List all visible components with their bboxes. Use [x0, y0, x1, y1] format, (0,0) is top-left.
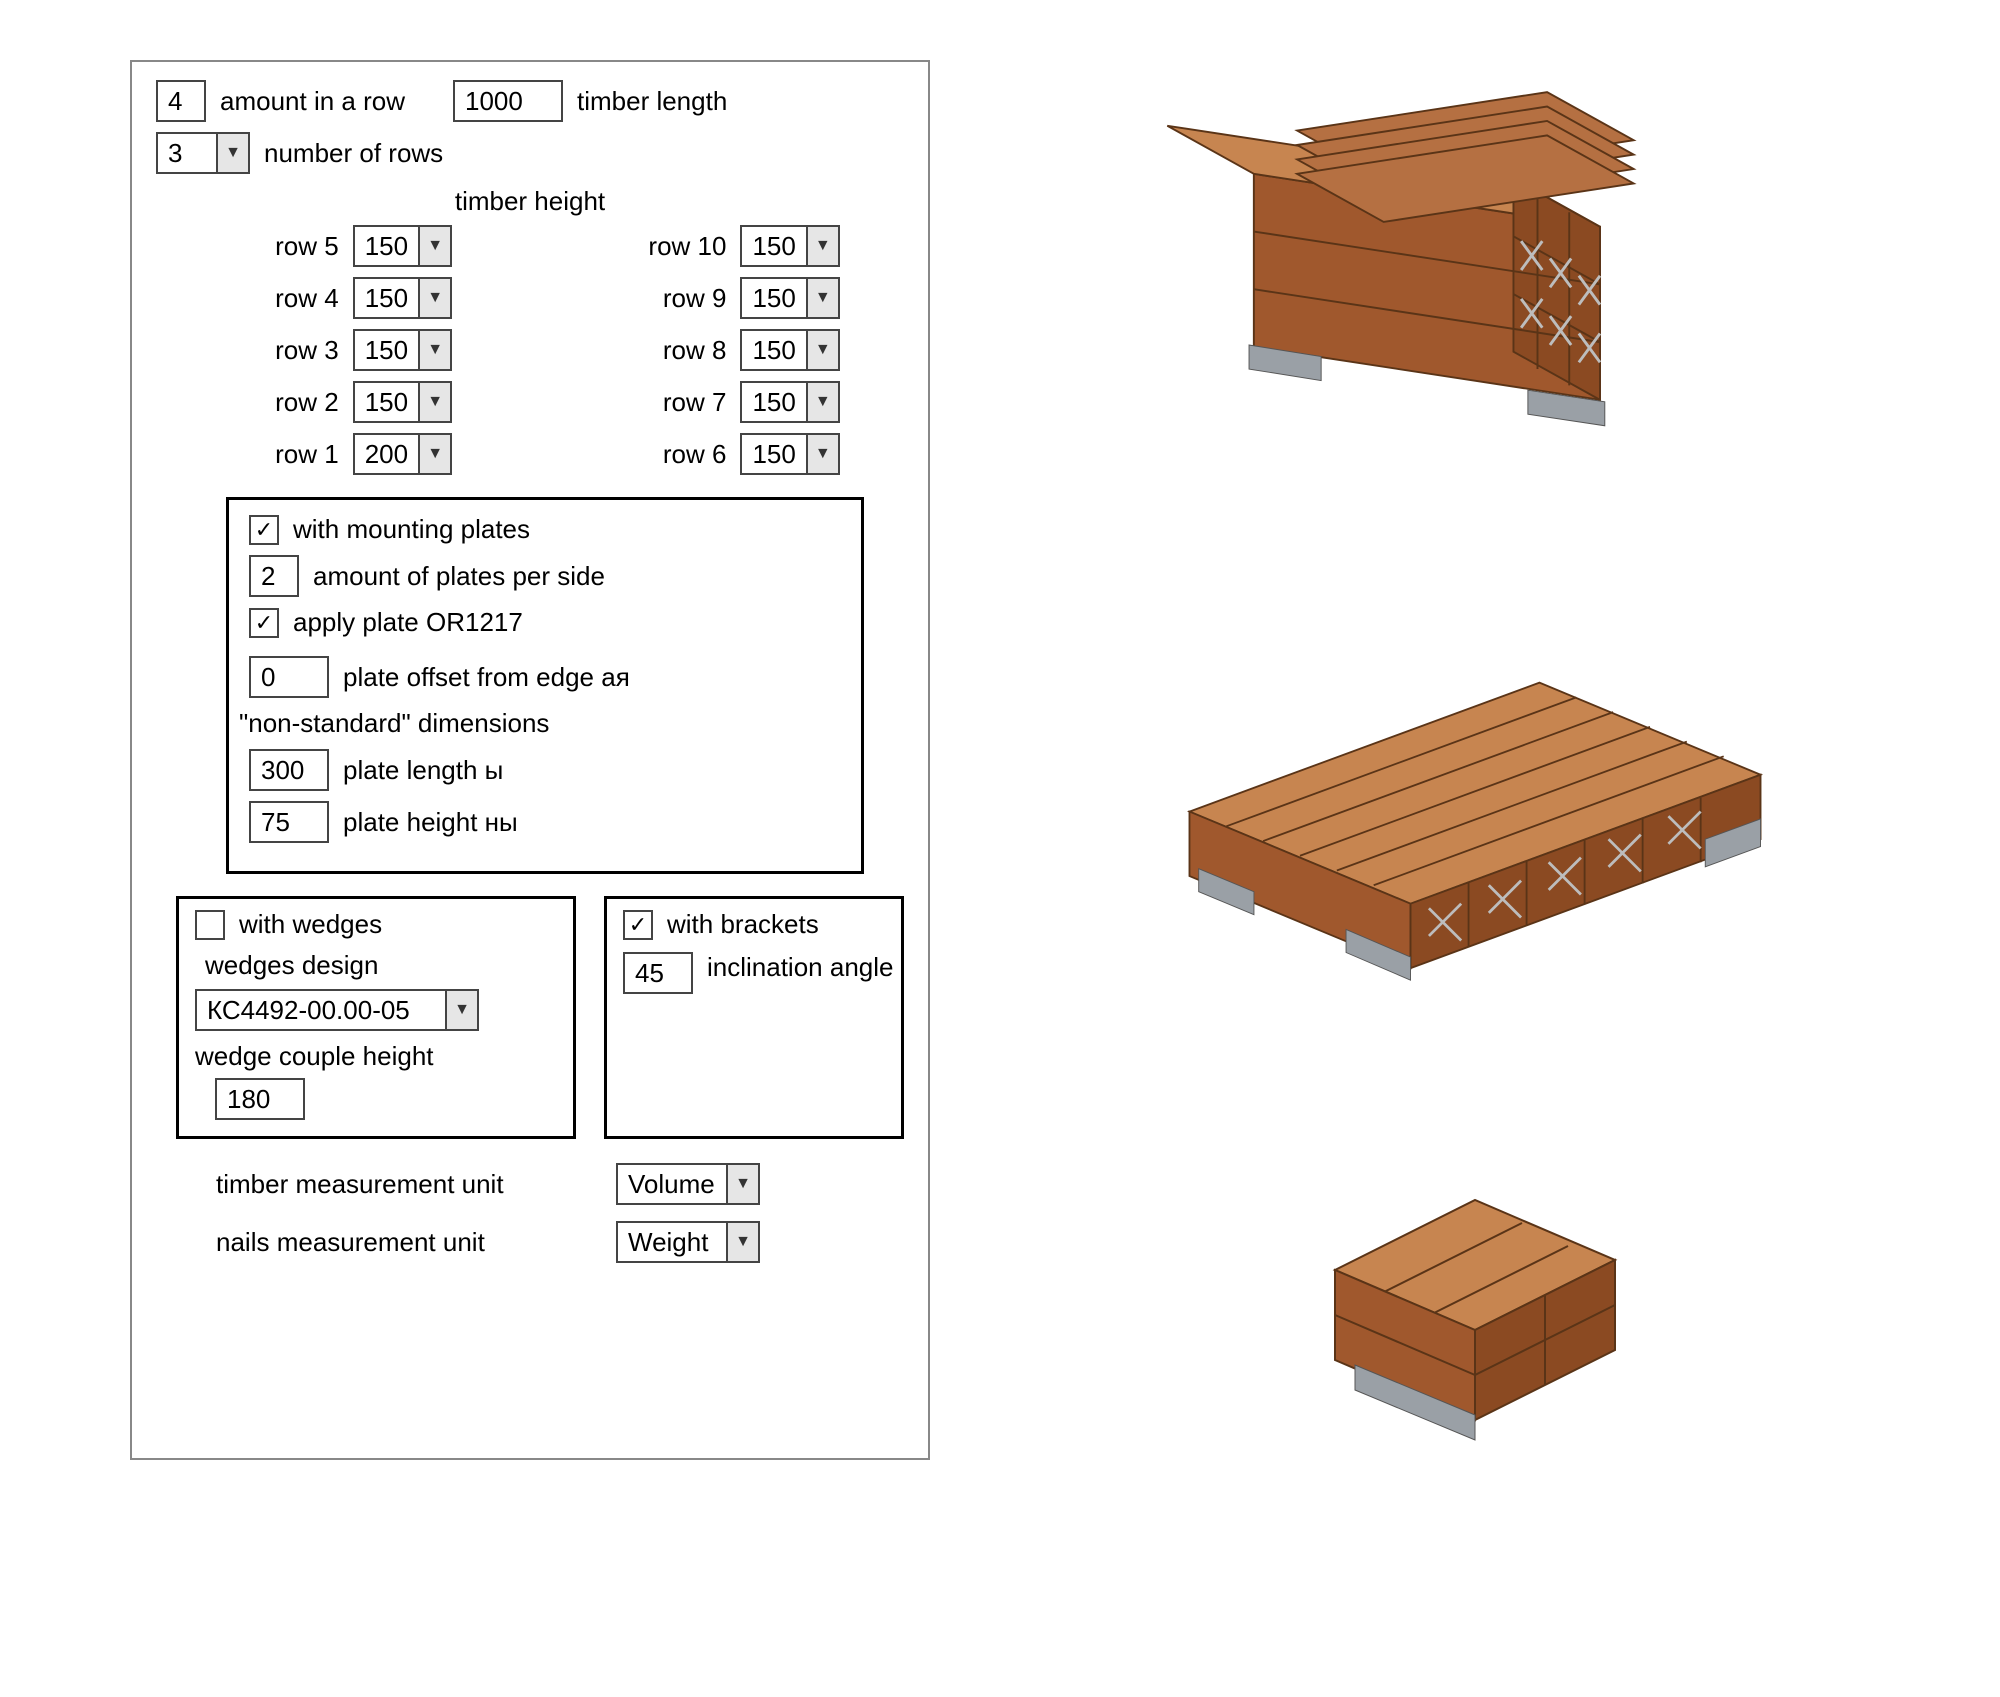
row8-dropdown[interactable]: 150▼ [740, 329, 904, 371]
wedges-design-dropdown[interactable]: КС4492-00.00-05 ▼ [195, 989, 479, 1031]
chevron-down-icon: ▼ [418, 225, 452, 267]
plate-height-label: plate height ны [343, 807, 518, 838]
preview-illustrations [990, 20, 1960, 1460]
chevron-down-icon: ▼ [806, 433, 840, 475]
row2-dropdown[interactable]: 150▼ [353, 381, 517, 423]
row4-dropdown[interactable]: 150▼ [353, 277, 517, 319]
row1-dropdown[interactable]: 200▼ [353, 433, 517, 475]
row-label: row 2 [211, 387, 339, 418]
row6-dropdown[interactable]: 150▼ [740, 433, 904, 475]
row-label: row 5 [211, 231, 339, 262]
plates-amount-label: amount of plates per side [313, 561, 605, 592]
row10-dropdown[interactable]: 150▼ [740, 225, 904, 267]
wedges-subpanel: with wedges wedges design КС4492-00.00-0… [176, 896, 576, 1139]
chevron-down-icon: ▼ [806, 381, 840, 423]
timber-height-grid: row 5 150▼ row 10 150▼ row 4 150▼ row 9 … [211, 225, 904, 475]
amount-in-row-label: amount in a row [220, 86, 405, 117]
with-plates-checkbox[interactable] [249, 515, 279, 545]
plate-offset-input[interactable]: 0 [249, 656, 329, 698]
timber-slab-icon [1125, 580, 1825, 1080]
settings-panel: 4 amount in a row 1000 timber length 3 ▼… [130, 60, 930, 1460]
apply-plate-label: apply plate OR1217 [293, 607, 523, 638]
row-label: row 4 [211, 283, 339, 314]
chevron-down-icon: ▼ [806, 329, 840, 371]
chevron-down-icon: ▼ [806, 277, 840, 319]
row9-dropdown[interactable]: 150▼ [740, 277, 904, 319]
row-label: row 1 [211, 439, 339, 470]
chevron-down-icon: ▼ [726, 1163, 760, 1205]
row7-dropdown[interactable]: 150▼ [740, 381, 904, 423]
row3-dropdown[interactable]: 150▼ [353, 329, 517, 371]
timber-stack-icon [1125, 20, 1825, 520]
timber-height-label: timber height [156, 186, 904, 217]
plate-length-label: plate length ы [343, 755, 503, 786]
chevron-down-icon: ▼ [418, 433, 452, 475]
plate-height-input[interactable]: 75 [249, 801, 329, 843]
chevron-down-icon: ▼ [418, 381, 452, 423]
plates-amount-input[interactable]: 2 [249, 555, 299, 597]
apply-plate-checkbox[interactable] [249, 608, 279, 638]
plates-subpanel: with mounting plates 2 amount of plates … [226, 497, 864, 874]
timber-mu-dropdown[interactable]: Volume▼ [616, 1163, 760, 1205]
chevron-down-icon: ▼ [216, 132, 250, 174]
number-of-rows-label: number of rows [264, 138, 443, 169]
row-label: row 7 [584, 387, 726, 418]
chevron-down-icon: ▼ [806, 225, 840, 267]
timber-length-label: timber length [577, 86, 727, 117]
amount-in-row-input[interactable]: 4 [156, 80, 206, 122]
with-wedges-label: with wedges [239, 909, 382, 940]
timber-block-icon [1275, 1140, 1675, 1460]
timber-mu-label: timber measurement unit [216, 1169, 586, 1200]
row-label: row 9 [584, 283, 726, 314]
with-brackets-label: with brackets [667, 909, 819, 940]
plate-offset-label: plate offset from edge ая [343, 662, 630, 693]
row-label: row 10 [584, 231, 726, 262]
wedges-design-label: wedges design [205, 950, 557, 981]
wedge-couple-label: wedge couple height [195, 1041, 557, 1072]
nails-mu-label: nails measurement unit [216, 1227, 586, 1258]
plate-length-input[interactable]: 300 [249, 749, 329, 791]
inclination-input[interactable]: 45 [623, 952, 693, 994]
with-brackets-checkbox[interactable] [623, 910, 653, 940]
row-label: row 3 [211, 335, 339, 366]
wedge-couple-input[interactable]: 180 [215, 1078, 305, 1120]
measurement-units: timber measurement unit Volume▼ nails me… [216, 1163, 904, 1263]
row-label: row 8 [584, 335, 726, 366]
nonstd-label: "non-standard" dimensions [239, 708, 841, 739]
inclination-label: inclination angle [707, 952, 893, 983]
number-of-rows-dropdown[interactable]: 3 ▼ [156, 132, 250, 174]
brackets-subpanel: with brackets 45 inclination angle [604, 896, 904, 1139]
nails-mu-dropdown[interactable]: Weight▼ [616, 1221, 760, 1263]
chevron-down-icon: ▼ [418, 277, 452, 319]
chevron-down-icon: ▼ [445, 989, 479, 1031]
timber-length-input[interactable]: 1000 [453, 80, 563, 122]
chevron-down-icon: ▼ [418, 329, 452, 371]
row5-dropdown[interactable]: 150▼ [353, 225, 517, 267]
chevron-down-icon: ▼ [726, 1221, 760, 1263]
with-wedges-checkbox[interactable] [195, 910, 225, 940]
with-plates-label: with mounting plates [293, 514, 530, 545]
row-label: row 6 [584, 439, 726, 470]
